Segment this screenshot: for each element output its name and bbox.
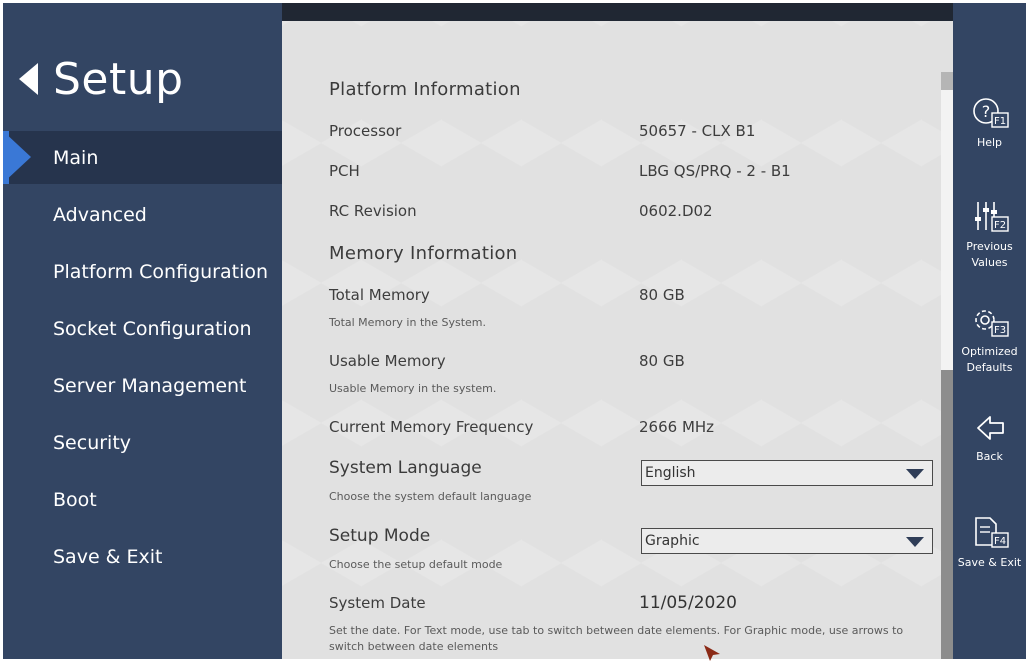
help-button[interactable]: ? F1 Help	[953, 95, 1026, 151]
optimized-defaults-label: Optimized Defaults	[961, 345, 1018, 374]
back-label: Back	[976, 450, 1003, 463]
save-exit-button[interactable]: F4 Save & Exit	[953, 515, 1026, 571]
processor-value: 50657 - CLX B1	[639, 122, 756, 140]
previous-values-button[interactable]: F2 Previous Values	[953, 199, 1026, 271]
arrow-left-icon	[976, 416, 1004, 440]
processor-label: Processor	[329, 122, 402, 140]
rc-revision-value: 0602.D02	[639, 202, 713, 220]
help-label: Help	[976, 136, 1003, 149]
back-button[interactable]: Back	[953, 411, 1026, 465]
previous-values-label: Previous Values	[966, 240, 1013, 269]
system-date-label: System Date	[329, 594, 426, 612]
menu-item-label: Boot	[53, 488, 97, 511]
menu-item-boot[interactable]: Boot	[3, 473, 282, 526]
memory-frequency-value: 2666 MHz	[639, 418, 715, 436]
usable-memory-help: Usable Memory in the system.	[329, 382, 497, 395]
function-key-bar: ? F1 Help F2 Previous Values F3 Optimize…	[953, 3, 1026, 659]
f3-key-label: F3	[993, 325, 1005, 336]
menu-item-security[interactable]: Security	[3, 416, 282, 469]
f4-key-label: F4	[993, 536, 1005, 547]
setup-mode-value: Graphic	[645, 533, 700, 549]
system-language-label: System Language	[329, 458, 482, 478]
usable-memory-value: 80 GB	[639, 352, 685, 370]
save-exit-label: Save & Exit	[957, 556, 1022, 569]
memory-information-title: Memory Information	[329, 243, 518, 264]
system-language-value: English	[645, 465, 696, 481]
memory-frequency-label: Current Memory Frequency	[329, 418, 534, 436]
menu-item-label: Save & Exit	[53, 545, 163, 568]
sliders-icon: F2	[974, 202, 1009, 232]
setup-title-row[interactable]: Setup	[19, 51, 184, 107]
menu-item-main[interactable]: Main	[3, 131, 282, 184]
chevron-down-icon	[906, 537, 924, 547]
setup-mode-label: Setup Mode	[329, 526, 431, 546]
menu-item-socket-configuration[interactable]: Socket Configuration	[3, 302, 282, 355]
main-panel: Platform Information Processor 50657 - C…	[282, 3, 953, 659]
optimized-defaults-button[interactable]: F3 Optimized Defaults	[953, 304, 1026, 376]
app-title: Setup	[53, 53, 184, 105]
menu-item-label: Socket Configuration	[53, 317, 252, 340]
svg-text:?: ?	[981, 102, 990, 121]
total-memory-value: 80 GB	[639, 286, 685, 304]
help-icon: ? F1	[972, 98, 1009, 128]
menu-item-label: Server Management	[53, 374, 247, 397]
back-triangle-icon[interactable]	[19, 63, 38, 95]
menu-item-advanced[interactable]: Advanced	[3, 188, 282, 241]
setup-mode-dropdown[interactable]: Graphic	[641, 528, 933, 554]
pch-label: PCH	[329, 162, 360, 180]
menu-item-label: Platform Configuration	[53, 260, 269, 283]
setup-mode-help: Choose the setup default mode	[329, 558, 503, 571]
total-memory-help: Total Memory in the System.	[329, 316, 487, 329]
usable-memory-label: Usable Memory	[329, 352, 446, 370]
mouse-cursor-icon	[704, 645, 720, 661]
gear-icon: F3	[974, 310, 1009, 337]
scrollbar-thumb[interactable]	[941, 370, 953, 659]
menu-item-label: Security	[53, 431, 132, 454]
main-content: Platform Information Processor 50657 - C…	[329, 3, 933, 659]
save-document-icon: F4	[974, 517, 1009, 548]
f1-key-label: F1	[993, 116, 1005, 127]
menu-item-label: Advanced	[53, 203, 147, 226]
system-date-value[interactable]: 11/05/2020	[639, 593, 737, 613]
menu-item-label: Main	[53, 146, 99, 169]
chevron-down-icon	[906, 469, 924, 479]
total-memory-label: Total Memory	[329, 286, 430, 304]
system-language-dropdown[interactable]: English	[641, 460, 933, 486]
menu-item-platform-configuration[interactable]: Platform Configuration	[3, 245, 282, 298]
f2-key-label: F2	[993, 220, 1005, 231]
menu-item-save-exit[interactable]: Save & Exit	[3, 530, 282, 583]
scrollbar-top-cap[interactable]	[941, 72, 953, 90]
rc-revision-label: RC Revision	[329, 202, 417, 220]
system-date-help: Set the date. For Text mode, use tab to …	[329, 624, 904, 653]
pch-value: LBG QS/PRQ - 2 - B1	[639, 162, 791, 180]
menu-item-server-management[interactable]: Server Management	[3, 359, 282, 412]
system-language-help: Choose the system default language	[329, 490, 532, 503]
platform-information-title: Platform Information	[329, 79, 521, 100]
main-menu: Main Advanced Platform Configuration Soc…	[3, 131, 282, 587]
sidebar: Setup Main Advanced Platform Configurati…	[3, 3, 282, 659]
